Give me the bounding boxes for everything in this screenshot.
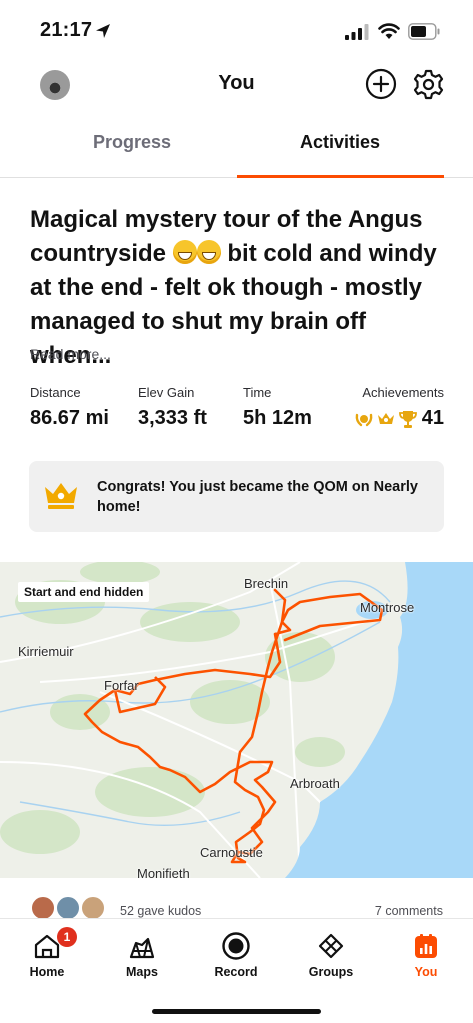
- status-time: 21:17: [40, 19, 93, 41]
- stat-label: Elev Gain: [138, 385, 195, 400]
- kudos-count[interactable]: 52 gave kudos: [120, 904, 201, 918]
- laurel-medal-icon: [355, 413, 373, 426]
- page-title: You: [218, 72, 255, 94]
- wifi-icon: [378, 23, 400, 39]
- notification-badge: 1: [57, 927, 77, 947]
- you-stats-icon: [415, 934, 437, 958]
- grinning-emoji-icon: [196, 240, 221, 264]
- tab-label: Record: [214, 965, 258, 979]
- congrats-text: Congrats! You just became the QOM on Nea…: [97, 479, 418, 515]
- comments-count[interactable]: 7 comments: [375, 904, 443, 918]
- maps-icon: [129, 937, 155, 959]
- bottom-tab-bar: 1 Home Maps Record Groups You: [0, 918, 473, 1023]
- location-arrow-icon: [96, 24, 110, 38]
- stat-value: 3,333 ft: [138, 407, 207, 429]
- qom-congrats-banner[interactable]: Congrats! You just became the QOM on Nea…: [29, 461, 444, 532]
- town-label: Montrose: [360, 600, 415, 615]
- cellular-signal-icon: [345, 24, 369, 40]
- stat-label: Achievements: [362, 385, 444, 400]
- stat-value: 86.67 mi: [30, 407, 109, 429]
- record-icon: [222, 932, 250, 960]
- battery-icon: [408, 23, 440, 40]
- tab-record[interactable]: Record: [196, 931, 276, 979]
- town-label: Forfar: [104, 678, 139, 693]
- tab-progress[interactable]: Progress: [29, 132, 235, 153]
- active-tab-indicator: [237, 175, 444, 178]
- add-button[interactable]: [365, 68, 397, 100]
- stat-elev-gain: Elev Gain 3,333 ft: [138, 385, 207, 430]
- tab-maps[interactable]: Maps: [102, 931, 182, 979]
- read-more-link[interactable]: Read more...: [30, 346, 111, 362]
- grinning-emoji-icon: [172, 240, 197, 264]
- profile-tabs: Progress Activities: [0, 118, 473, 178]
- town-label: Brechin: [244, 576, 289, 591]
- stat-achievements[interactable]: Achievements 41: [354, 385, 444, 430]
- crown-icon: [377, 412, 394, 424]
- stat-label: Time: [243, 385, 272, 400]
- tab-label: Groups: [308, 965, 354, 979]
- route-map[interactable]: Start and end hidden Brechin Montrose Ki…: [0, 562, 473, 878]
- tab-activities[interactable]: Activities: [237, 132, 443, 153]
- status-bar: 21:17: [0, 0, 473, 62]
- home-indicator: [152, 1009, 321, 1014]
- town-label: Monifieth: [137, 866, 190, 878]
- tab-label: You: [414, 965, 438, 979]
- tab-groups[interactable]: Groups: [291, 931, 371, 979]
- town-label: Kirriemuir: [18, 644, 74, 659]
- town-label: Carnoustie: [200, 845, 263, 860]
- trophy-icon: [398, 410, 417, 428]
- tab-you[interactable]: You: [386, 931, 466, 979]
- tab-home[interactable]: 1 Home: [7, 927, 87, 979]
- stat-value: 5h 12m: [243, 407, 312, 429]
- crown-icon: [45, 483, 77, 509]
- stat-distance: Distance 86.67 mi: [30, 385, 109, 430]
- groups-icon: [318, 933, 344, 959]
- privacy-label: Start and end hidden: [18, 582, 150, 602]
- stat-label: Distance: [30, 385, 81, 400]
- tab-label: Maps: [126, 965, 158, 979]
- settings-gear-icon[interactable]: [412, 68, 445, 101]
- stat-value: 41: [421, 407, 444, 429]
- tab-label: Home: [29, 965, 65, 979]
- top-header: You: [0, 62, 473, 108]
- town-label: Arbroath: [290, 776, 340, 791]
- activity-stats: Distance 86.67 mi Elev Gain 3,333 ft Tim…: [30, 385, 444, 435]
- stat-time: Time 5h 12m: [243, 385, 312, 430]
